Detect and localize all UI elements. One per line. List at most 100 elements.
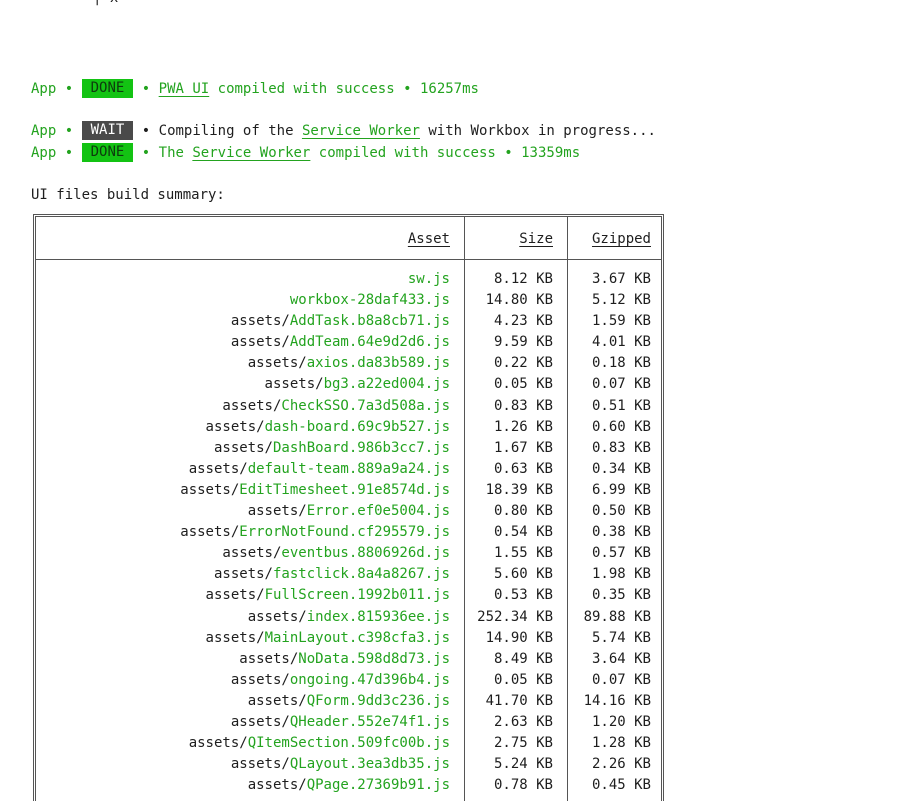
- build-summary-table: Asset Size Gzipped sw.js 8.12 KB 3.67 KB wo…: [33, 214, 664, 801]
- asset-file: dash-board.69c9b527.js: [264, 418, 450, 435]
- header-asset: Asset: [407, 231, 450, 247]
- asset-file: QHeader.552e74f1.js: [289, 713, 450, 730]
- log-prefix: App: [31, 81, 57, 97]
- asset-dir: assets/: [180, 524, 240, 541]
- asset-cell: assets/dash-board.69c9b527.js: [36, 417, 450, 438]
- table-row: assets/index.815936ee.js 252.34 KB 89.88 K…: [36, 607, 661, 628]
- asset-file: QLayout.3ea3db35.js: [289, 756, 450, 773]
- gzipped-cell: 0.07 KB: [591, 376, 651, 393]
- asset-file: ErrorNotFound.cf295579.js: [239, 524, 450, 541]
- asset-cell: assets/QPage.27369b91.js: [36, 775, 450, 796]
- gzipped-cell: 0.34 KB: [591, 460, 651, 477]
- size-cell: 1.55 KB: [493, 545, 553, 562]
- asset-cell: assets/QForm.9dd3c236.js: [36, 691, 450, 712]
- status-badge-done: DONE: [81, 79, 134, 98]
- table-row: assets/ongoing.47d396b4.js 0.05 KB 0.07 KB: [36, 670, 661, 691]
- asset-file: axios.da83b589.js: [306, 355, 450, 372]
- asset-cell: workbox-28daf433.js: [36, 290, 450, 311]
- asset-dir: assets/: [213, 566, 273, 583]
- asset-file: QItemSection.509fc00b.js: [247, 735, 450, 752]
- asset-cell: assets/AddTeam.64e9d2d6.js: [36, 332, 450, 353]
- size-cell: 0.22 KB: [493, 355, 553, 372]
- table-row: assets/EditTimesheet.91e8574d.js 18.39 KB…: [36, 480, 661, 501]
- asset-dir: assets/: [230, 756, 290, 773]
- asset-cell: assets/default-team.889a9a24.js: [36, 459, 450, 480]
- asset-dir: assets/: [180, 481, 240, 498]
- size-cell: 5.60 KB: [493, 566, 553, 583]
- gzipped-cell: 6.99 KB: [591, 481, 651, 498]
- asset-file: Error.ef0e5004.js: [306, 503, 450, 520]
- asset-cell: assets/QHeader.552e74f1.js: [36, 712, 450, 733]
- asset-dir: assets/: [222, 545, 282, 562]
- size-cell: 2.63 KB: [493, 713, 553, 730]
- asset-cell: assets/eventbus.8806926d.js: [36, 543, 450, 564]
- size-cell: 0.83 KB: [493, 397, 553, 414]
- table-row: assets/QItemSection.509fc00b.js 2.75 KB 1.…: [36, 733, 661, 754]
- size-cell: 1.26 KB: [493, 418, 553, 435]
- asset-dir: assets/: [188, 735, 248, 752]
- top-fragment: | x: [93, 0, 118, 9]
- gzipped-cell: 3.67 KB: [591, 271, 651, 287]
- asset-cell: assets/QItemSection.509fc00b.js: [36, 733, 450, 754]
- table-row: assets/DashBoard.986b3cc7.js 1.67 KB 0.83 …: [36, 438, 661, 459]
- asset-dir: assets/: [247, 355, 307, 372]
- asset-dir: assets/: [230, 713, 290, 730]
- size-cell: 0.53 KB: [493, 587, 553, 604]
- asset-cell: assets/NoData.598d8d73.js: [36, 649, 450, 670]
- asset-file: DashBoard.986b3cc7.js: [272, 439, 450, 456]
- asset-dir: assets/: [247, 777, 307, 794]
- asset-cell: assets/EditTimesheet.91e8574d.js: [36, 480, 450, 501]
- asset-dir: assets/: [247, 503, 307, 520]
- asset-cell: assets/MainLayout.c398cfa3.js: [36, 628, 450, 649]
- asset-cell: assets/index.815936ee.js: [36, 607, 450, 628]
- table-row: assets/eventbus.8806926d.js 1.55 KB 0.57 K…: [36, 543, 661, 564]
- table-row: assets/default-team.889a9a24.js 0.63 KB 0.…: [36, 459, 661, 480]
- asset-file: MainLayout.c398cfa3.js: [264, 629, 450, 646]
- table-row: assets/ErrorNotFound.cf295579.js 0.54 KB 0…: [36, 522, 661, 543]
- size-cell: 2.75 KB: [493, 735, 553, 752]
- log-separator: •: [141, 123, 151, 139]
- table-row: assets/QHeader.552e74f1.js 2.63 KB 1.20 KB: [36, 712, 661, 733]
- asset-file: ongoing.47d396b4.js: [289, 671, 450, 688]
- size-cell: 0.05 KB: [493, 671, 553, 688]
- log-line-sw-done: App • DONE • The Service Worker compiled…: [31, 143, 580, 164]
- table-row: assets/Error.ef0e5004.js 0.80 KB 0.50 KB: [36, 501, 661, 522]
- log-message: Compiling of the: [158, 123, 302, 139]
- gzipped-cell: 0.51 KB: [591, 397, 651, 414]
- gzipped-cell: 89.88 KB: [583, 608, 651, 625]
- asset-dir: assets/: [213, 439, 273, 456]
- asset-cell: assets/QLayout.3ea3db35.js: [36, 754, 450, 775]
- log-separator: •: [64, 81, 74, 97]
- asset-file: EditTimesheet.91e8574d.js: [239, 481, 450, 498]
- log-message: The: [158, 145, 193, 161]
- gzipped-cell: 3.64 KB: [591, 650, 651, 667]
- log-prefix: App: [31, 123, 57, 139]
- asset-cell: assets/Error.ef0e5004.js: [36, 501, 450, 522]
- asset-file: index.815936ee.js: [306, 608, 450, 625]
- log-link-pwa-ui: PWA UI: [158, 81, 210, 97]
- asset-dir: assets/: [230, 671, 290, 688]
- gzipped-cell: 0.57 KB: [591, 545, 651, 562]
- log-prefix: App: [31, 145, 57, 161]
- size-cell: 1.67 KB: [493, 439, 553, 456]
- asset-file: fastclick.8a4a8267.js: [272, 566, 450, 583]
- gzipped-cell: 0.60 KB: [591, 418, 651, 435]
- table-row: assets/axios.da83b589.js 0.22 KB 0.18 KB: [36, 353, 661, 374]
- asset-file: AddTask.b8a8cb71.js: [289, 313, 450, 330]
- table-row: assets/fastclick.8a4a8267.js 5.60 KB 1.98 …: [36, 564, 661, 585]
- asset-dir: assets/: [247, 608, 307, 625]
- size-cell: 0.63 KB: [493, 460, 553, 477]
- size-cell: 8.49 KB: [493, 650, 553, 667]
- log-time: 13359ms: [521, 145, 581, 161]
- gzipped-cell: 1.59 KB: [591, 313, 651, 330]
- header-size: Size: [519, 231, 553, 247]
- gzipped-cell: 0.38 KB: [591, 524, 651, 541]
- asset-cell: assets/bg3.a22ed004.js: [36, 374, 450, 395]
- asset-cell: assets/AddTask.b8a8cb71.js: [36, 311, 450, 332]
- asset-file: QForm.9dd3c236.js: [306, 692, 450, 709]
- log-separator: •: [64, 145, 74, 161]
- asset-file: CheckSSO.7a3d508a.js: [281, 397, 450, 414]
- asset-file: sw.js: [407, 271, 450, 287]
- log-separator: •: [64, 123, 74, 139]
- status-badge-done: DONE: [81, 143, 134, 162]
